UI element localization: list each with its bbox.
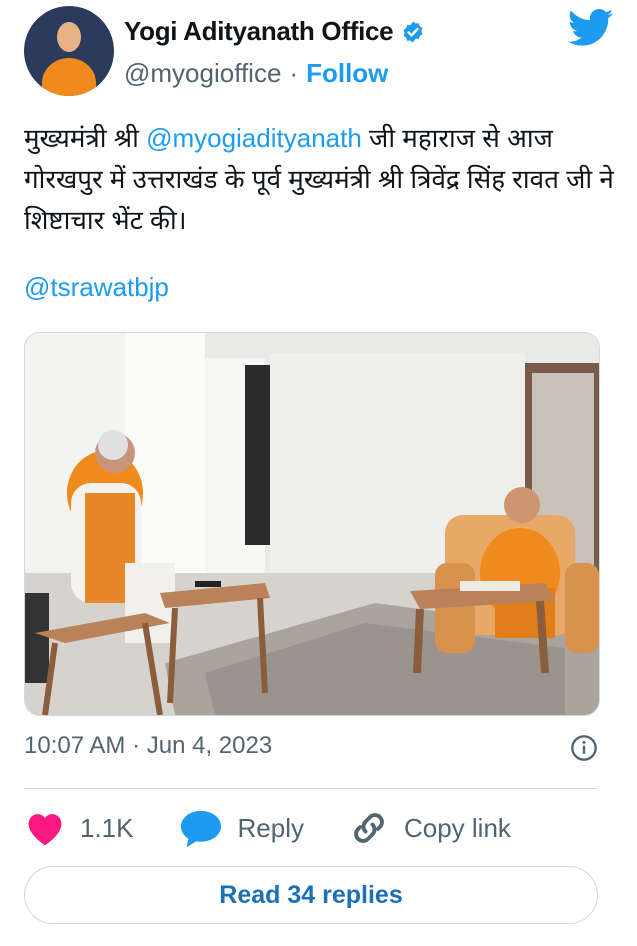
timestamp-separator: ·	[132, 732, 141, 759]
copy-link-button[interactable]: Copy link	[348, 807, 511, 849]
info-icon[interactable]	[570, 734, 598, 762]
author-handle[interactable]: @myogioffice	[124, 58, 281, 89]
like-button[interactable]: 1.1K	[24, 809, 134, 847]
reply-button[interactable]: Reply	[178, 807, 304, 849]
read-replies-button[interactable]: Read 34 replies	[24, 866, 598, 924]
mention-link[interactable]: @myogiadityanath	[146, 123, 362, 153]
divider	[24, 788, 598, 789]
verified-badge-icon	[403, 21, 423, 42]
tweet-date[interactable]: Jun 4, 2023	[147, 732, 272, 759]
separator-dot: ·	[289, 58, 299, 88]
twitter-bird-icon[interactable]	[568, 8, 614, 48]
handle-row: @myogioffice · Follow	[124, 58, 388, 89]
copy-link-label: Copy link	[403, 812, 511, 843]
photo-scene	[25, 333, 599, 715]
link-icon	[354, 813, 384, 843]
mention-link-tsrawat[interactable]: @tsrawatbjp	[24, 272, 169, 303]
reply-label: Reply	[237, 812, 304, 843]
heart-icon	[28, 814, 62, 846]
action-bar: 1.1K Reply Copy link	[24, 802, 614, 854]
speech-bubble-icon	[180, 810, 221, 848]
author-name-row: Yogi Adityanath Office	[124, 16, 425, 47]
tweet-header: Yogi Adityanath Office @myogioffice · Fo…	[24, 6, 614, 96]
tweet-photo[interactable]	[24, 332, 600, 716]
tweet-text-start: मुख्यमंत्री श्री	[24, 123, 147, 153]
follow-button[interactable]: Follow	[306, 58, 388, 89]
tweet-time[interactable]: 10:07 AM	[24, 732, 125, 759]
tweet-text: मुख्यमंत्री श्री @myogiadityanath जी महा…	[24, 118, 614, 241]
author-name[interactable]: Yogi Adityanath Office	[124, 16, 394, 47]
like-count: 1.1K	[80, 812, 134, 843]
avatar[interactable]	[24, 6, 114, 96]
tweet-timestamp: 10:07 AM · Jun 4, 2023	[24, 732, 598, 762]
